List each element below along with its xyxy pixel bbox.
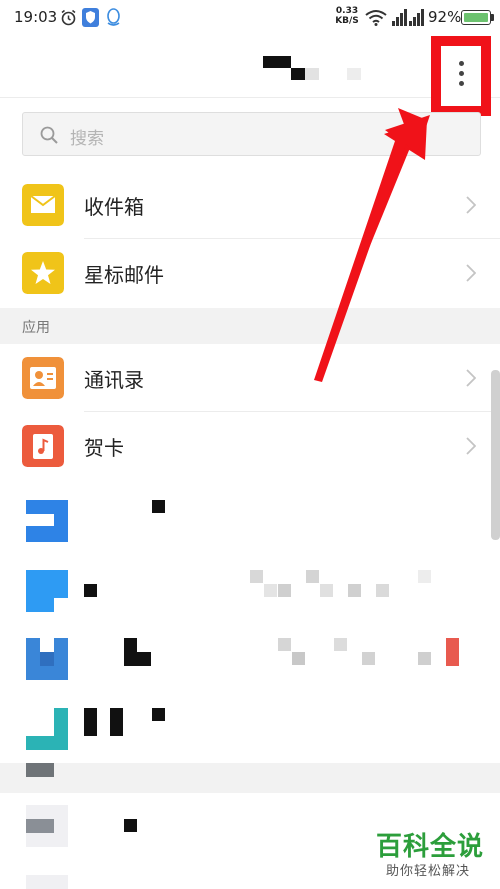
network-speed-value: 0.33 bbox=[335, 6, 359, 16]
wifi-icon bbox=[365, 10, 387, 26]
section-separator bbox=[0, 763, 500, 793]
contacts-icon bbox=[22, 357, 64, 399]
redacted-label-block bbox=[376, 584, 389, 597]
chevron-right-icon bbox=[466, 369, 476, 387]
redacted-app-icon-detail bbox=[54, 598, 68, 612]
redacted-app-icon-detail bbox=[26, 819, 54, 833]
redacted-label-block bbox=[137, 652, 151, 666]
redacted-title-block bbox=[305, 68, 319, 80]
redacted-label-block bbox=[320, 584, 333, 597]
inbox-label: 收件箱 bbox=[84, 195, 144, 219]
redacted-label-block bbox=[278, 584, 291, 597]
redacted-app-icon bbox=[26, 763, 54, 777]
redacted-app-icon[interactable] bbox=[26, 875, 68, 889]
redacted-title-block bbox=[263, 56, 291, 68]
redacted-label-block bbox=[264, 584, 277, 597]
redacted-label-block bbox=[84, 708, 97, 736]
redacted-label-block bbox=[84, 584, 97, 597]
signal-strength-icon bbox=[392, 9, 407, 26]
network-speed: 0.33 KB/S bbox=[334, 6, 360, 26]
redacted-app-icon-detail bbox=[26, 708, 54, 736]
redacted-app-icon-detail bbox=[40, 638, 54, 652]
search-icon bbox=[40, 126, 58, 144]
qq-penguin-icon bbox=[107, 8, 120, 26]
redacted-label-block bbox=[418, 652, 431, 665]
alarm-icon bbox=[61, 9, 76, 26]
redacted-app-icon-detail bbox=[40, 652, 54, 666]
more-vertical-icon bbox=[455, 61, 467, 95]
redacted-label-block bbox=[446, 638, 459, 666]
redacted-title-block bbox=[347, 68, 361, 80]
status-bar: 19:03 0.33 KB/S 92% bbox=[0, 0, 500, 36]
search-placeholder: 搜索 bbox=[70, 129, 104, 149]
contacts-label: 通讯录 bbox=[84, 368, 144, 392]
redacted-label-block bbox=[348, 584, 361, 597]
redacted-label-block bbox=[306, 570, 319, 583]
scrollbar[interactable] bbox=[491, 370, 500, 540]
greeting-card-icon bbox=[22, 425, 64, 467]
redacted-label-block bbox=[292, 652, 305, 665]
starred-label: 星标邮件 bbox=[84, 263, 164, 287]
status-time: 19:03 bbox=[14, 8, 58, 26]
redacted-label-block bbox=[124, 638, 137, 666]
redacted-title-block bbox=[291, 68, 305, 80]
signal-strength-4g-icon bbox=[409, 9, 424, 26]
chevron-right-icon bbox=[466, 264, 476, 282]
watermark-title: 百科全说 bbox=[376, 832, 485, 862]
redacted-app-icon-detail bbox=[26, 514, 54, 526]
redacted-label-block bbox=[124, 819, 137, 832]
screen: 19:03 0.33 KB/S 92% 搜索 收件箱 星标邮件 应用 通讯录 贺… bbox=[0, 0, 500, 889]
battery-icon bbox=[461, 10, 491, 25]
redacted-label-block bbox=[152, 500, 165, 513]
list-item-greeting-card[interactable]: 贺卡 bbox=[0, 412, 500, 480]
network-speed-unit: KB/S bbox=[335, 16, 359, 26]
chevron-right-icon bbox=[466, 437, 476, 455]
battery-level-fill bbox=[463, 12, 488, 22]
title-bar bbox=[0, 36, 500, 98]
redacted-label-block bbox=[334, 638, 347, 651]
battery-percent: 92% bbox=[428, 8, 462, 26]
redacted-label-block bbox=[250, 570, 263, 583]
redacted-label-block bbox=[278, 638, 291, 651]
redacted-label-block bbox=[110, 708, 123, 736]
watermark-subtitle: 助你轻松解决 bbox=[386, 864, 471, 879]
greeting-card-label: 贺卡 bbox=[84, 436, 124, 460]
security-shield-icon bbox=[82, 8, 99, 27]
redacted-label-block bbox=[362, 652, 375, 665]
star-icon bbox=[22, 252, 64, 294]
redacted-label-block bbox=[418, 570, 431, 583]
chevron-right-icon bbox=[466, 196, 476, 214]
redacted-label-block bbox=[152, 708, 165, 721]
battery-cap bbox=[491, 14, 494, 21]
annotation-arrow bbox=[314, 108, 430, 382]
inbox-icon bbox=[22, 184, 64, 226]
section-header-label: 应用 bbox=[22, 320, 50, 336]
